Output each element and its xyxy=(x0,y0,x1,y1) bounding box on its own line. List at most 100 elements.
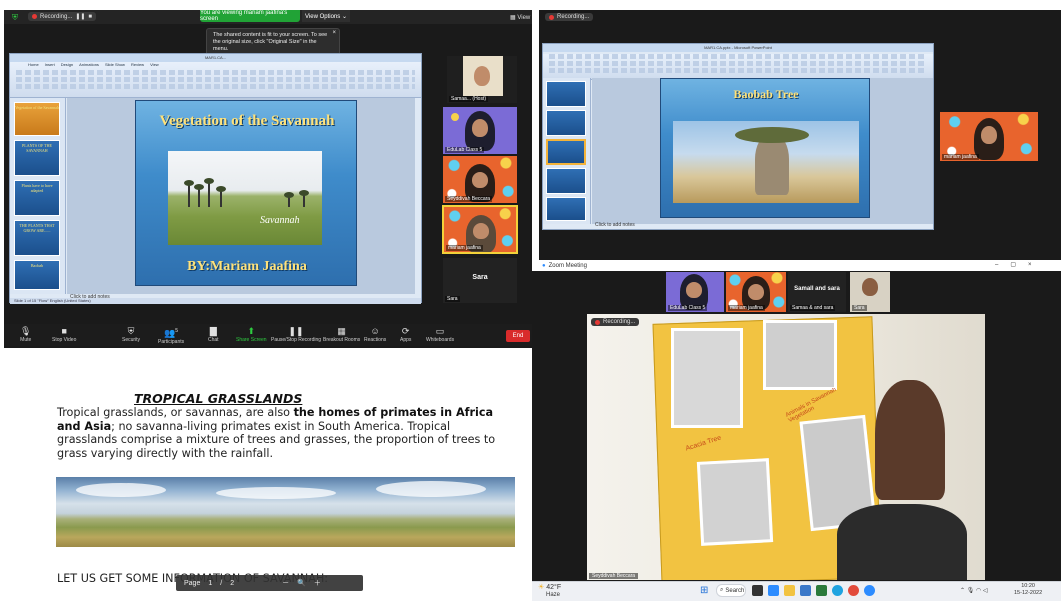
slide-thumbnail[interactable]: Baobab xyxy=(14,260,60,290)
view-button[interactable]: ▦ View xyxy=(510,14,530,21)
recording-label: Recording... xyxy=(603,319,636,325)
ribbon-controls-row[interactable] xyxy=(16,70,415,75)
participant-tile[interactable]: Sara Sara xyxy=(443,258,517,303)
chrome-icon[interactable] xyxy=(848,585,859,596)
zoom-out-icon[interactable]: － xyxy=(282,578,289,588)
slide-thumbnail[interactable] xyxy=(546,81,586,107)
thumbnail-text: Plants have to have adapted xyxy=(21,183,53,193)
security-button[interactable]: ⛨ Security xyxy=(122,326,140,343)
breakout-rooms-button[interactable]: ▦ Breakout Rooms xyxy=(323,326,360,343)
record-dot-icon xyxy=(595,319,600,325)
task-view-icon[interactable] xyxy=(752,585,763,596)
notes-placeholder[interactable]: Click to add notes xyxy=(595,222,635,228)
edge-icon[interactable] xyxy=(832,585,843,596)
toolbar-label: Whiteboards xyxy=(426,337,455,343)
weather-widget[interactable]: ☀ 42°F Haze xyxy=(538,584,561,599)
file-explorer-icon[interactable] xyxy=(784,585,795,596)
recording-indicator[interactable]: Recording... xyxy=(591,318,640,326)
windows-start-icon[interactable]: ⊞ xyxy=(700,585,711,596)
ribbon-tab[interactable]: Design xyxy=(61,62,73,68)
document-page: TROPICAL GRASSLANDS Tropical grasslands,… xyxy=(0,350,530,601)
ribbon-tab[interactable]: Review xyxy=(131,62,144,68)
record-dot-icon xyxy=(32,14,37,19)
toolbar-label: Breakout Rooms xyxy=(323,337,361,343)
participant-name: Samaa & and sara xyxy=(790,305,836,311)
zoom-app-icon[interactable] xyxy=(768,585,779,596)
reactions-button[interactable]: ☺ Reactions xyxy=(364,326,386,343)
participant-tile[interactable]: Seyddivah Beccara xyxy=(443,156,517,203)
search-icon[interactable]: 🔍 xyxy=(297,579,306,587)
apps-button[interactable]: ⟳ Apps xyxy=(400,326,411,343)
slide-thumbnail[interactable]: THE PLANTS THAT GROW ARE...... xyxy=(14,220,60,256)
pause-icon[interactable]: ❚❚ xyxy=(75,13,85,20)
whiteboards-button[interactable]: ▭ Whiteboards xyxy=(426,326,454,343)
system-tray[interactable]: ⌃ 🎙 ◠ ◁ xyxy=(960,587,988,594)
maximize-icon[interactable]: ▢ xyxy=(1010,262,1028,268)
ribbon-controls-row[interactable] xyxy=(16,77,415,82)
taskbar-search[interactable]: ⌕ Search xyxy=(716,584,746,597)
ribbon-tab[interactable]: View xyxy=(150,62,159,68)
slide-thumbnail[interactable] xyxy=(546,110,586,136)
paragraph-text: Tropical grasslands, or savannas, are al… xyxy=(57,406,294,419)
current-slide[interactable]: Baobab Tree xyxy=(660,78,870,218)
mute-button[interactable]: 🎙 Mute xyxy=(20,326,31,343)
clock[interactable]: 10:20 15-12-2022 xyxy=(1014,583,1042,597)
page-navigation-control[interactable]: Page 1 / 2 － 🔍 ＋ xyxy=(176,575,363,591)
ribbon-tab[interactable]: Insert xyxy=(45,62,55,68)
ribbon-tabs: Home Insert Design Animations Slide Show… xyxy=(10,62,421,68)
thumbnail-text: THE PLANTS THAT GROW ARE...... xyxy=(19,223,55,233)
participant-tile[interactable]: EduLab Class 5 xyxy=(666,272,724,312)
ppt-status-bar: Slide 1 of 15 "Flow" English (United Sta… xyxy=(10,298,421,304)
participant-tile[interactable]: Samaa... (Host) xyxy=(447,56,517,103)
ribbon-controls-row[interactable] xyxy=(16,84,415,89)
store-icon[interactable] xyxy=(800,585,811,596)
chat-icon: ▇ xyxy=(209,326,217,336)
stop-icon[interactable]: ■ xyxy=(88,14,92,20)
recording-indicator[interactable]: Recording... ❚❚ ■ xyxy=(28,12,97,21)
whiteboard-icon: ▭ xyxy=(435,326,445,336)
participants-button[interactable]: 👥5 Participants xyxy=(158,326,184,345)
slide-thumbnail[interactable]: PLANTS OF THE SAVANNAH xyxy=(14,140,60,176)
stop-video-button[interactable]: ■ Stop Video xyxy=(52,326,76,343)
participant-tile[interactable]: mariam jaafina xyxy=(726,272,786,312)
end-meeting-button[interactable]: End xyxy=(506,330,530,342)
pause-stop-recording-button[interactable]: ❚❚ Pause/Stop Recording xyxy=(271,326,321,343)
participant-name: Samaa... (Host) xyxy=(449,96,489,102)
ribbon-controls-row[interactable] xyxy=(549,61,927,66)
page-current[interactable]: 1 xyxy=(208,580,212,587)
share-screen-button[interactable]: ⬆ Share Screen xyxy=(236,326,267,343)
ribbon-controls-row[interactable] xyxy=(549,68,927,73)
current-slide[interactable]: Vegetation of the Savannah Savannah BY:M… xyxy=(135,100,357,286)
slide-thumbnail[interactable]: Plants have to have adapted xyxy=(14,180,60,216)
toolbar-label: Share Screen xyxy=(236,337,267,343)
participant-tile-active-speaker[interactable]: mariam jaafina xyxy=(442,205,518,254)
paragraph-text: ; no savanna-living primates exist in So… xyxy=(57,419,496,460)
slide-thumbnail[interactable]: Vegetation of the Savannah xyxy=(14,102,60,136)
close-icon[interactable]: × xyxy=(1028,262,1044,268)
chevron-up-icon[interactable]: ⌃ xyxy=(960,588,965,594)
baobab-trunk-shape xyxy=(755,135,789,195)
close-icon[interactable]: × xyxy=(332,30,336,37)
ribbon-tab[interactable]: Slide Show xyxy=(105,62,125,68)
slide-thumbnail[interactable] xyxy=(546,168,586,194)
zoom-running-icon[interactable] xyxy=(864,585,875,596)
minimize-icon[interactable]: – xyxy=(995,262,1010,268)
toolbar-label: Participants xyxy=(158,339,185,345)
participant-face xyxy=(686,282,702,298)
participant-tile[interactable]: Sara xyxy=(850,272,890,312)
ribbon-tab[interactable]: Animations xyxy=(79,62,99,68)
zoom-in-icon[interactable]: ＋ xyxy=(314,578,321,588)
view-options-button[interactable]: View Options ⌄ xyxy=(302,10,350,22)
ppt-ribbon xyxy=(543,54,933,80)
participant-tile[interactable]: EduLab Class 5 xyxy=(443,107,517,154)
app-icon[interactable] xyxy=(816,585,827,596)
participant-tile[interactable]: Samall and sara Samaa & and sara xyxy=(788,272,846,312)
recording-indicator[interactable]: Recording... xyxy=(545,13,594,21)
chat-button[interactable]: ▇ Chat xyxy=(208,326,219,343)
slide-thumbnail-selected[interactable] xyxy=(546,139,586,165)
ribbon-tab[interactable]: Home xyxy=(28,62,39,68)
weather-desc: Haze xyxy=(546,592,561,598)
slide-thumbnail[interactable] xyxy=(546,197,586,221)
participant-tile[interactable]: mariam jaafina xyxy=(940,112,1038,161)
ribbon-controls-row[interactable] xyxy=(549,54,927,59)
